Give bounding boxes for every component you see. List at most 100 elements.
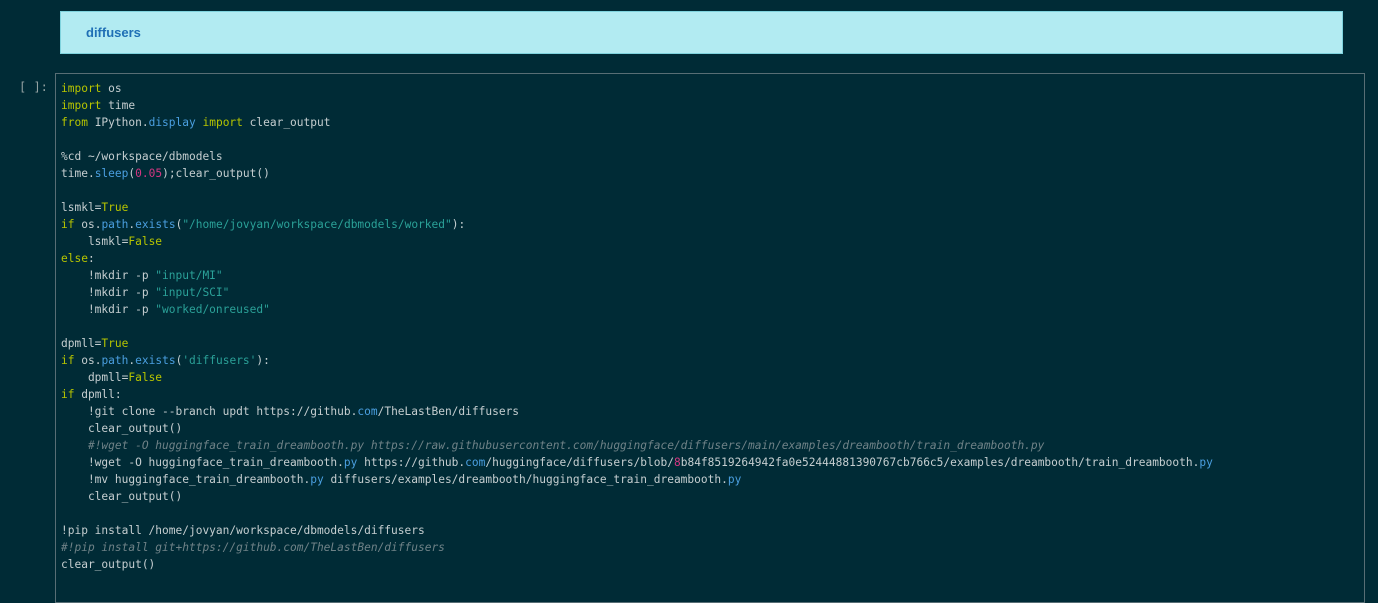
code-token: com	[465, 456, 486, 469]
code-token: #!wget -O huggingface_train_dreambooth.p…	[87, 439, 1045, 452]
code-token: "input/SCI"	[155, 286, 230, 299]
code-line: clear_output()	[61, 556, 1213, 573]
code-token: py	[727, 473, 742, 486]
code-line: !mkdir -p "worked/onreused"	[61, 301, 1213, 318]
code-token: !mkdir -p	[61, 269, 156, 282]
code-editor[interactable]: import os import time from IPython.display…	[61, 80, 1213, 573]
code-token: exists	[135, 218, 176, 231]
code-token: False	[128, 371, 163, 384]
code-line: !mv huggingface_train_dreambooth.py diff…	[61, 471, 1213, 488]
code-token: else	[61, 252, 88, 265]
code-token: "worked/onreused"	[155, 303, 270, 316]
code-token: "/home/jovyan/workspace/dbmodels/worked"	[182, 218, 452, 231]
code-line: import time	[61, 97, 1213, 114]
code-line: clear_output()	[61, 488, 1213, 505]
code-line: dpmll=True	[61, 335, 1213, 352]
code-token: b84f8519264942fa0e52444881390767cb766c5/…	[680, 456, 1200, 469]
code-line: !git clone --branch updt https://github.…	[61, 403, 1213, 420]
code-token: sleep	[94, 167, 129, 180]
code-token: ):	[451, 218, 466, 231]
code-line: lsmkl=True	[61, 199, 1213, 216]
code-token: %cd ~/workspace/dbmodels	[61, 150, 223, 163]
code-token: os.	[74, 218, 102, 231]
code-token: if	[61, 218, 75, 231]
code-token: clear_output()	[61, 490, 183, 503]
code-token: IPython.	[87, 116, 149, 129]
code-token: !mv huggingface_train_dreambooth.	[61, 473, 311, 486]
code-line: #!wget -O huggingface_train_dreambooth.p…	[61, 437, 1213, 454]
code-line: import os	[61, 80, 1213, 97]
code-token: if	[61, 354, 75, 367]
code-token: True	[101, 337, 129, 350]
code-token: #!pip install git+https://github.com/The…	[61, 541, 445, 554]
code-token: !mkdir -p	[61, 303, 156, 316]
code-token: 'diffusers'	[182, 354, 257, 367]
code-token: diffusers/examples/dreambooth/huggingfac…	[323, 473, 728, 486]
code-line: #!pip install git+https://github.com/The…	[61, 539, 1213, 556]
code-token: com	[357, 405, 378, 418]
code-line: lsmkl=False	[61, 233, 1213, 250]
code-token: :	[87, 252, 95, 265]
code-token: False	[128, 235, 163, 248]
code-token: time	[101, 99, 136, 112]
code-line: else:	[61, 250, 1213, 267]
banner-title: diffusers	[86, 25, 141, 40]
code-line: if os.path.exists("/home/jovyan/workspac…	[61, 216, 1213, 233]
code-token: py	[1199, 456, 1213, 469]
code-token: lsmkl=	[61, 201, 102, 214]
code-token: );clear_output()	[162, 167, 270, 180]
code-token: dpmll:	[74, 388, 122, 401]
code-token: clear_output()	[61, 558, 156, 571]
code-token: py	[343, 456, 358, 469]
code-token: if	[61, 388, 75, 401]
code-token: /huggingface/diffusers/blob/	[485, 456, 674, 469]
code-token: os.	[74, 354, 102, 367]
code-token: time.	[61, 167, 95, 180]
code-token: !git clone --branch updt https://github.	[61, 405, 358, 418]
code-token: dpmll=	[61, 371, 129, 384]
code-line: !pip install /home/jovyan/workspace/dbmo…	[61, 522, 1213, 539]
code-line: !wget -O huggingface_train_dreambooth.py…	[61, 454, 1213, 471]
code-token: os	[101, 82, 122, 95]
code-token: from	[61, 116, 88, 129]
code-token: import	[61, 99, 102, 112]
code-token: import	[61, 82, 102, 95]
code-token: !pip install /home/jovyan/workspace/dbmo…	[61, 524, 425, 537]
code-token: exists	[135, 354, 176, 367]
code-token: clear_output	[242, 116, 331, 129]
code-token: !mkdir -p	[61, 286, 156, 299]
code-token: 8	[673, 456, 681, 469]
code-line: !mkdir -p "input/SCI"	[61, 284, 1213, 301]
code-line: !mkdir -p "input/MI"	[61, 267, 1213, 284]
code-line: if os.path.exists('diffusers'):	[61, 352, 1213, 369]
code-line: time.sleep(0.05);clear_output()	[61, 165, 1213, 182]
code-line: %cd ~/workspace/dbmodels	[61, 148, 1213, 165]
code-token: lsmkl=	[61, 235, 129, 248]
code-cell-input[interactable]: import os import time from IPython.display…	[55, 73, 1365, 603]
code-token: "input/MI"	[155, 269, 223, 282]
code-token: path	[101, 354, 129, 367]
code-line: if dpmll:	[61, 386, 1213, 403]
cell-prompt: [ ]:	[19, 80, 48, 94]
code-token: /TheLastBen/diffusers	[377, 405, 520, 418]
code-line: dpmll=False	[61, 369, 1213, 386]
code-token: display	[148, 116, 196, 129]
markdown-banner: diffusers	[60, 11, 1343, 54]
code-token: path	[101, 218, 129, 231]
code-token: py	[310, 473, 324, 486]
code-token: https://github.	[357, 456, 466, 469]
code-token: clear_output()	[61, 422, 183, 435]
code-token: ):	[256, 354, 270, 367]
code-token: 0.05	[135, 167, 163, 180]
code-token: !wget -O huggingface_train_dreambooth.	[61, 456, 344, 469]
code-token: True	[101, 201, 129, 214]
code-token: dpmll=	[61, 337, 102, 350]
code-token: import	[202, 116, 243, 129]
code-line: clear_output()	[61, 420, 1213, 437]
code-line: from IPython.display import clear_output	[61, 114, 1213, 131]
